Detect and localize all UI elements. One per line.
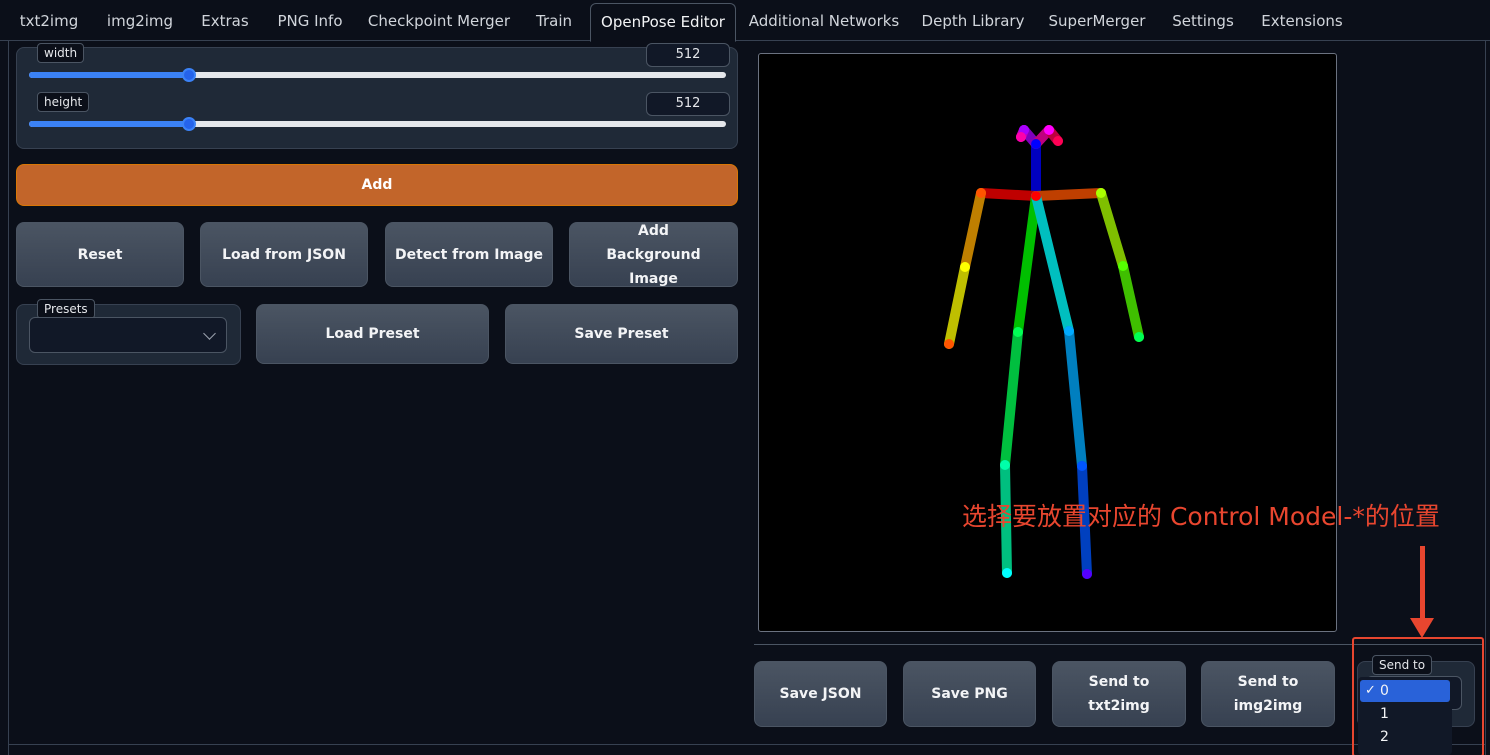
height-slider-thumb[interactable] [182, 117, 197, 131]
eye-keypoint [1044, 125, 1054, 135]
annotation-text: 选择要放置对应的 Control Model-*的位置 [962, 502, 1440, 531]
presets-panel: Presets [16, 299, 241, 365]
shoulder-right-bone [976, 188, 1041, 201]
tab-extensions[interactable]: Extensions [1254, 0, 1350, 41]
reset-button[interactable]: Reset [16, 222, 184, 287]
save-png-button[interactable]: Save PNG [903, 661, 1036, 727]
chevron-down-icon [203, 327, 216, 340]
torso-bone [1031, 191, 1074, 336]
height-number-input[interactable]: 512 [646, 92, 730, 116]
presets-label: Presets [37, 299, 95, 319]
tab-checkpoint-merger[interactable]: Checkpoint Merger [364, 0, 514, 41]
elbow-keypoint [1118, 261, 1128, 271]
pose-canvas[interactable] [758, 53, 1337, 632]
knee-keypoint [1000, 460, 1010, 470]
load-preset-button[interactable]: Load Preset [256, 304, 489, 364]
knee-keypoint [1077, 461, 1087, 471]
detect-from-image-button[interactable]: Detect from Image [385, 222, 553, 287]
annotation-highlight-box [1352, 637, 1484, 755]
leg-bone [1000, 327, 1023, 470]
tab-settings[interactable]: Settings [1162, 0, 1244, 41]
width-slider-fill [29, 72, 190, 78]
bottom-divider [8, 744, 1486, 745]
send-to-img2img-button[interactable]: Send to img2img [1201, 661, 1335, 727]
hip-keypoint [1013, 327, 1023, 337]
width-slider-thumb[interactable] [182, 68, 197, 82]
width-label: width [37, 43, 85, 63]
arm-bone [1096, 188, 1128, 271]
arrow-head [1410, 618, 1434, 638]
add-button[interactable]: Add [16, 164, 738, 206]
wrist-keypoint [944, 339, 954, 349]
height-label: height [37, 92, 90, 112]
ankle-keypoint [1002, 568, 1012, 578]
hip-keypoint [1064, 326, 1074, 336]
presets-dropdown[interactable] [29, 317, 227, 353]
tab-additional-networks[interactable]: Additional Networks [744, 0, 904, 41]
send-to-txt2img-button[interactable]: Send to txt2img [1052, 661, 1186, 727]
shoulder-keypoint [976, 188, 986, 198]
tab-img2img[interactable]: img2img [96, 0, 184, 41]
load-from-json-button[interactable]: Load from JSON [200, 222, 368, 287]
tab-train[interactable]: Train [524, 0, 584, 41]
arm-bone [1118, 261, 1144, 342]
ear-keypoint [1053, 136, 1063, 146]
tab-extras[interactable]: Extras [194, 0, 256, 41]
add-background-image-button[interactable]: Add Background Image [569, 222, 738, 287]
height-slider[interactable] [29, 117, 726, 131]
elbow-keypoint [960, 262, 970, 272]
save-preset-button[interactable]: Save Preset [505, 304, 738, 364]
tab-bar: txt2img img2img Extras PNG Info Checkpoi… [0, 0, 1490, 42]
arrow-down-icon [1420, 546, 1425, 622]
tab-depth-library[interactable]: Depth Library [914, 0, 1032, 41]
neck-keypoint [1031, 191, 1041, 201]
ear-keypoint [1016, 132, 1026, 142]
arm-bone [960, 188, 986, 272]
nose-keypoint [1031, 139, 1041, 149]
save-json-button[interactable]: Save JSON [754, 661, 887, 727]
tab-supermerger[interactable]: SuperMerger [1042, 0, 1152, 41]
leg-bone [1064, 326, 1087, 471]
pose-skeleton [944, 125, 1144, 579]
tab-png-info[interactable]: PNG Info [266, 0, 354, 41]
tab-txt2img[interactable]: txt2img [12, 0, 86, 41]
tab-openpose-editor[interactable]: OpenPose Editor [590, 3, 736, 42]
wrist-keypoint [1134, 332, 1144, 342]
size-slider-panel: width 512 height 512 [16, 43, 738, 149]
width-number-input[interactable]: 512 [646, 43, 730, 67]
height-slider-fill [29, 121, 190, 127]
width-slider[interactable] [29, 68, 726, 82]
arm-bone [944, 262, 970, 349]
shoulder-left-bone [1031, 188, 1106, 201]
ankle-keypoint [1082, 569, 1092, 579]
shoulder-keypoint [1096, 188, 1106, 198]
torso-bone [1013, 191, 1041, 337]
